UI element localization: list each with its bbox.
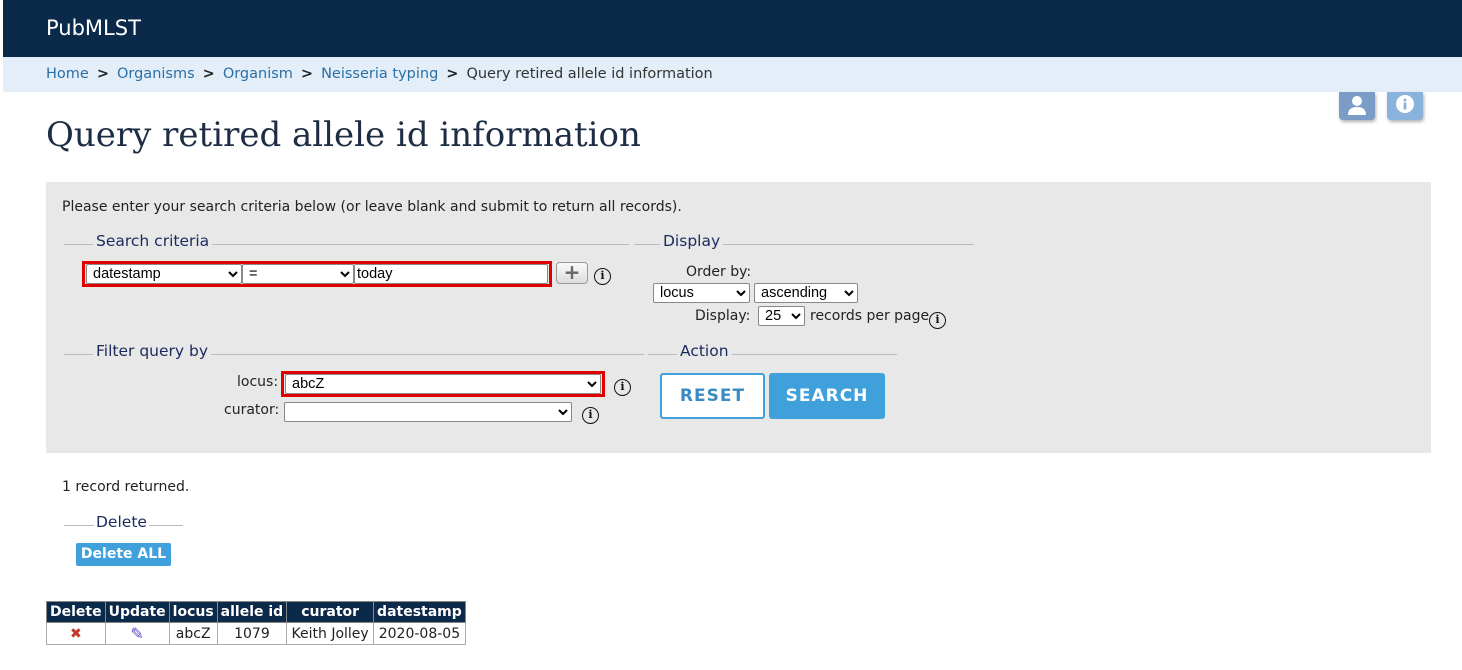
- delete-legend: Delete: [94, 513, 149, 531]
- info-icon: [1396, 95, 1414, 113]
- user-account-button[interactable]: [1339, 92, 1375, 120]
- filter-legend: Filter query by: [93, 342, 211, 360]
- update-cell: ✎: [104, 622, 170, 645]
- breadcrumb: Home > Organisms > Organism > Neisseria typing…: [3, 57, 1462, 92]
- table-row: ✖ ✎ abcZ 1079 Keith Jolley 2020-08-05: [46, 622, 466, 645]
- table-header-row: Delete Update locus allele id curator da…: [46, 601, 466, 623]
- breadcrumb-organism[interactable]: Organism: [223, 66, 293, 82]
- datestamp-cell: 2020-08-05: [373, 622, 466, 645]
- delete-cell: ✖: [46, 622, 106, 645]
- curator-cell: Keith Jolley: [286, 622, 375, 645]
- breadcrumb-separator: >: [446, 66, 459, 82]
- search-criteria-legend: Search criteria: [93, 232, 213, 250]
- info-icon[interactable]: i: [929, 312, 946, 329]
- per-page-select[interactable]: 25: [758, 306, 805, 326]
- site-brand[interactable]: PubMLST: [46, 16, 141, 40]
- delete-icon[interactable]: ✖: [70, 626, 82, 642]
- breadcrumb-organisms[interactable]: Organisms: [117, 66, 195, 82]
- add-criteria-button[interactable]: +: [556, 262, 588, 284]
- breadcrumb-current: Query retired allele id information: [466, 66, 713, 82]
- search-field-select[interactable]: datestamp: [86, 264, 242, 284]
- breadcrumb-separator: >: [300, 66, 314, 82]
- results-table: Delete Update locus allele id curator da…: [46, 601, 466, 645]
- locus-label: locus:: [237, 374, 279, 390]
- breadcrumb-separator: >: [202, 66, 215, 82]
- reset-button[interactable]: RESET: [660, 373, 765, 419]
- search-term-input[interactable]: [354, 264, 548, 284]
- records-count: 1 record returned.: [62, 479, 190, 495]
- breadcrumb-neisseria-typing[interactable]: Neisseria typing: [321, 66, 438, 82]
- curator-filter-select[interactable]: [284, 402, 572, 422]
- column-header-curator[interactable]: curator: [286, 601, 375, 623]
- display-label: Display:: [695, 308, 751, 324]
- search-button[interactable]: SEARCH: [769, 373, 885, 419]
- order-field-select[interactable]: locus: [653, 283, 750, 303]
- delete-all-button[interactable]: Delete ALL: [76, 543, 171, 566]
- column-header-locus[interactable]: locus: [168, 601, 218, 623]
- breadcrumb-home[interactable]: Home: [46, 66, 89, 82]
- column-header-update: Update: [104, 601, 170, 623]
- per-page-suffix: records per page: [810, 308, 930, 324]
- column-header-allele-id[interactable]: allele id: [216, 601, 288, 623]
- locus-filter-select[interactable]: abcZ: [285, 374, 601, 394]
- column-header-datestamp[interactable]: datestamp: [373, 601, 466, 623]
- display-legend: Display: [660, 232, 724, 250]
- breadcrumb-separator: >: [96, 66, 109, 82]
- order-direction-select[interactable]: ascending: [754, 283, 858, 303]
- locus-cell: abcZ: [168, 622, 218, 645]
- edit-pencil-icon[interactable]: ✎: [130, 624, 143, 643]
- top-header: PubMLST: [3, 0, 1462, 57]
- user-icon: [1348, 96, 1366, 115]
- info-icon[interactable]: i: [614, 379, 631, 396]
- curator-label: curator:: [224, 402, 280, 418]
- plus-icon: +: [563, 260, 581, 284]
- action-legend: Action: [677, 342, 732, 360]
- order-by-label: Order by:: [686, 264, 752, 280]
- page-title: Query retired allele id information: [46, 115, 641, 155]
- info-button[interactable]: [1387, 92, 1423, 120]
- form-intro-text: Please enter your search criteria below …: [62, 199, 682, 215]
- search-operator-select[interactable]: =: [242, 264, 354, 284]
- column-header-delete: Delete: [46, 601, 106, 623]
- allele-id-cell: 1079: [216, 622, 288, 645]
- info-icon[interactable]: i: [594, 268, 611, 285]
- query-form-panel: Please enter your search criteria below …: [46, 182, 1431, 453]
- info-icon[interactable]: i: [582, 407, 599, 424]
